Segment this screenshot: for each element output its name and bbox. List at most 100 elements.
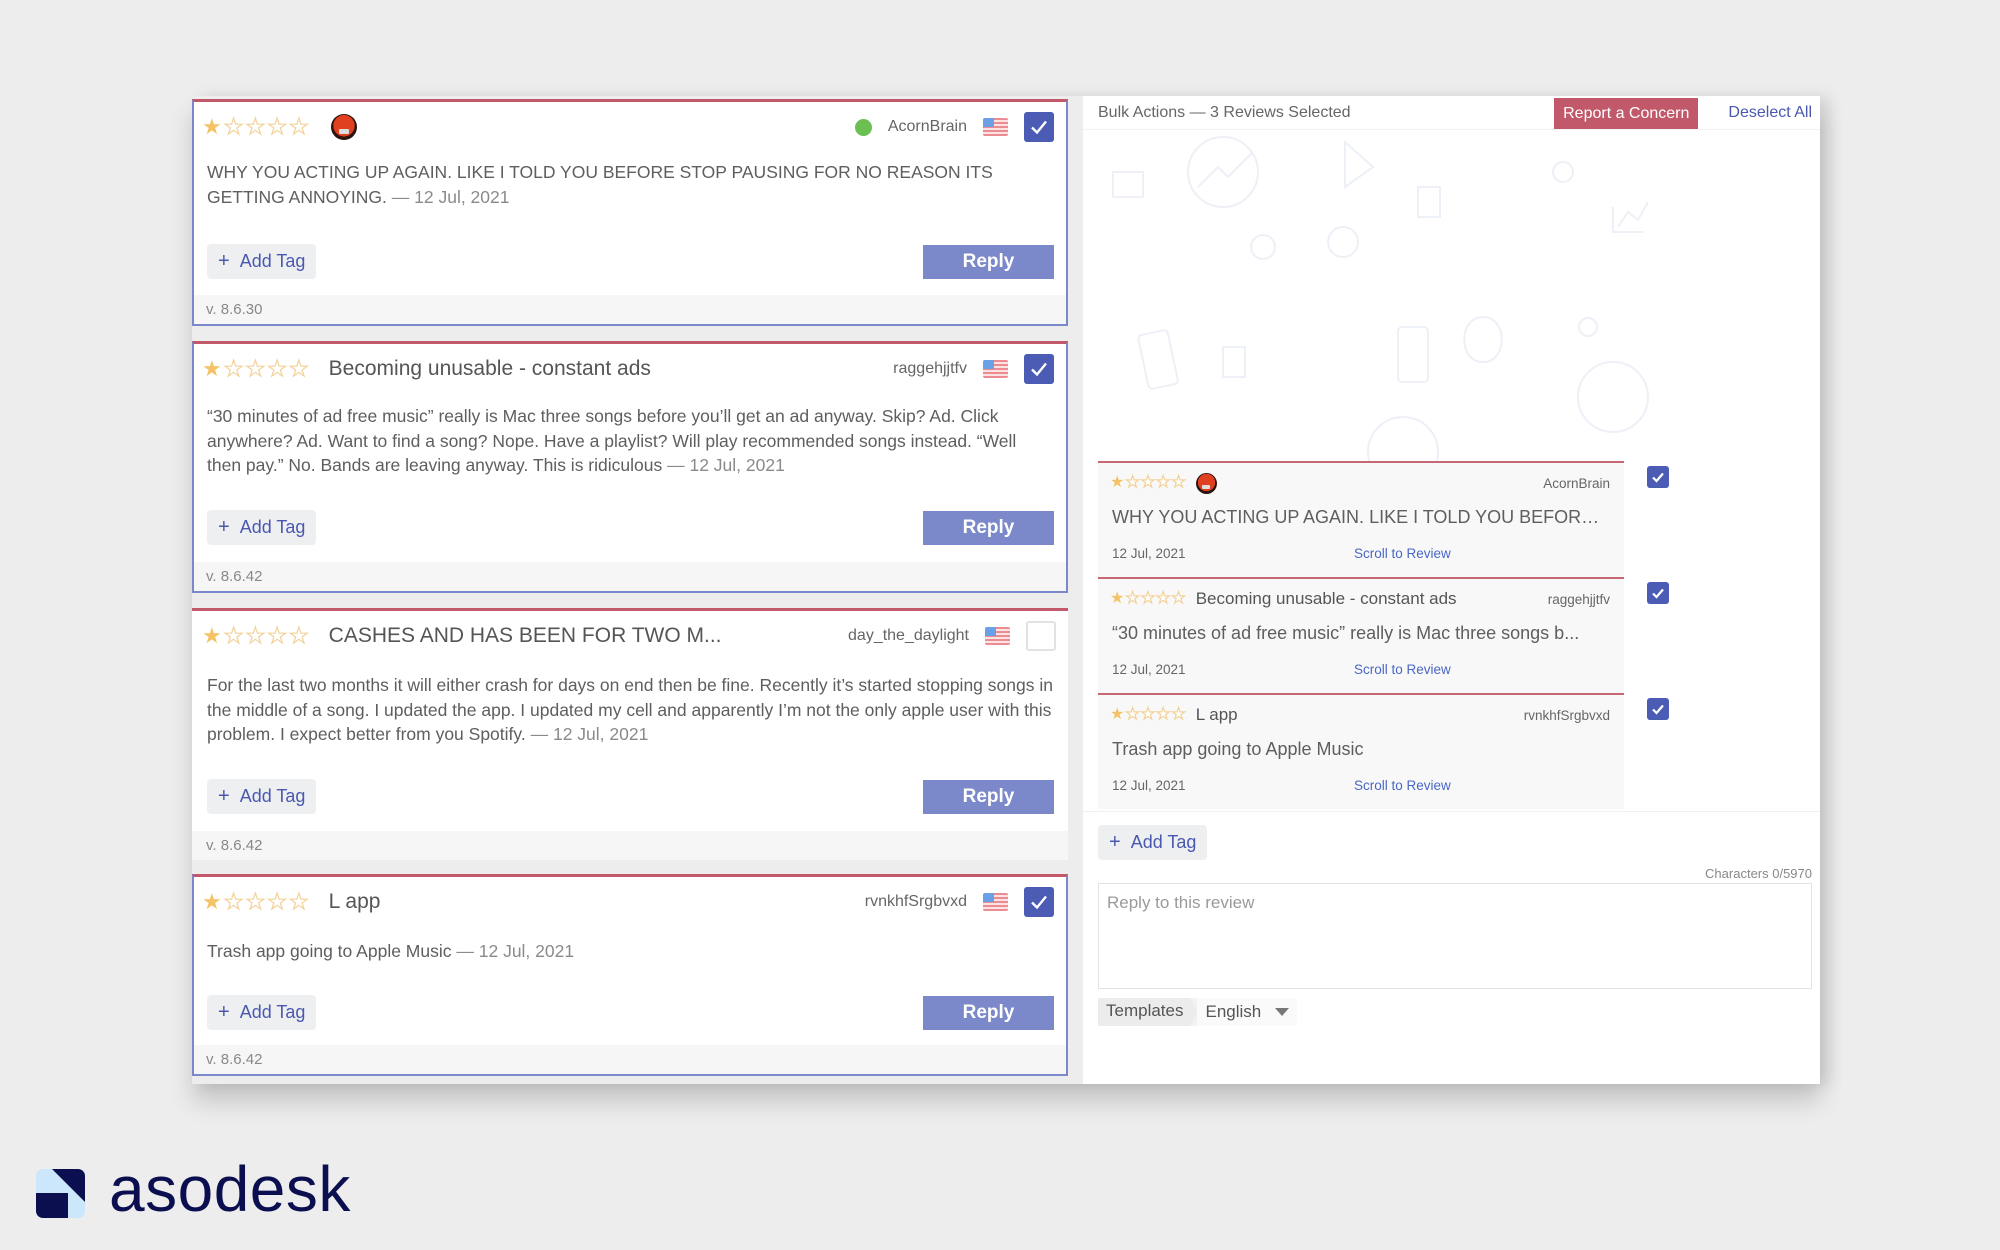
star-empty-icon: ★ <box>1125 474 1141 491</box>
review-title: L app <box>328 890 381 913</box>
reply-button[interactable]: Reply <box>923 245 1054 279</box>
star-empty-icon: ★ <box>1171 474 1187 491</box>
star-rating: ★ ★ ★ ★ ★ <box>1110 706 1187 723</box>
angry-face-avatar <box>1195 472 1217 494</box>
divider <box>1083 811 1820 812</box>
selected-review-checkbox[interactable] <box>1647 698 1669 720</box>
add-tag-button[interactable]: + Add Tag <box>207 995 317 1030</box>
pie-doodle-icon <box>1327 226 1359 258</box>
star-empty-icon: ★ <box>223 114 244 139</box>
review-excerpt: Trash app going to Apple Music <box>1112 739 1364 759</box>
star-rating: ★ ★ ★ ★ ★ <box>202 889 309 914</box>
star-empty-icon: ★ <box>1171 706 1187 723</box>
review-header: ★ ★ ★ ★ ★ Becoming unusable - constant a… <box>202 354 1054 384</box>
language-value: English <box>1205 1002 1262 1021</box>
chart-doodle-icon <box>1612 201 1649 233</box>
star-empty-icon: ★ <box>1140 474 1156 491</box>
review-title: Becoming unusable - constant ads <box>1195 589 1457 608</box>
appstore-doodle-icon <box>1417 186 1441 218</box>
review-author: AcornBrain <box>887 118 967 135</box>
star-empty-icon: ★ <box>1140 590 1156 607</box>
review-header: ★ ★ ★ ★ ★ L app rvnkhfSrgbvxd <box>202 887 1054 917</box>
review-author: day_the_daylight <box>848 627 969 644</box>
templates-button[interactable]: Templates <box>1098 998 1198 1026</box>
star-empty-icon: ★ <box>1155 706 1171 723</box>
review-card: ★ ★ ★ ★ ★ Becoming unusable - constant a… <box>192 341 1068 593</box>
star-empty-icon: ★ <box>245 889 266 914</box>
deselect-all-link[interactable]: Deselect All <box>1728 104 1812 122</box>
selected-reviews-list: ★ ★ ★ ★ ★ AcornBrain WHY YOU ACTING UP A… <box>1098 461 1669 809</box>
star-empty-icon: ★ <box>288 356 309 381</box>
star-filled-icon: ★ <box>1110 706 1125 723</box>
review-select-checkbox[interactable] <box>1024 887 1054 917</box>
caret-down-icon <box>1275 1008 1290 1016</box>
star-empty-icon: ★ <box>223 356 244 381</box>
review-title: CASHES AND HAS BEEN FOR TWO M... <box>328 624 722 647</box>
character-counter: Characters 0/5970 <box>1705 866 1812 881</box>
app-version: v. 8.6.30 <box>194 295 1066 324</box>
add-tag-button[interactable]: + Add Tag <box>207 510 317 545</box>
plus-icon: + <box>218 516 230 538</box>
star-empty-icon: ★ <box>288 114 309 139</box>
reply-button[interactable]: Reply <box>923 996 1054 1030</box>
review-author: raggehjjtfv <box>893 360 967 377</box>
review-excerpt: WHY YOU ACTING UP AGAIN. LIKE I TOLD YOU… <box>1112 507 1610 527</box>
us-flag-icon <box>983 893 1008 911</box>
review-date: 12 Jul, 2021 <box>1112 778 1186 793</box>
review-text: For the last two months it will either c… <box>207 675 1053 744</box>
bulk-add-tag-button[interactable]: + Add Tag <box>1098 825 1208 860</box>
review-date: 12 Jul, 2021 <box>1112 546 1186 561</box>
review-author: rvnkhfSrgbvxd <box>1523 707 1610 723</box>
review-author: raggehjjtfv <box>1547 591 1610 607</box>
plus-icon: + <box>218 785 230 807</box>
review-select-checkbox[interactable] <box>1024 112 1054 142</box>
plus-icon: + <box>1109 831 1121 853</box>
star-filled-icon: ★ <box>202 356 222 381</box>
add-tag-button[interactable]: + Add Tag <box>207 244 317 279</box>
star-filled-icon: ★ <box>1110 590 1125 607</box>
bulk-actions-title: Bulk Actions — 3 Reviews Selected <box>1098 103 1351 121</box>
star-empty-icon: ★ <box>245 623 266 648</box>
reply-textarea[interactable] <box>1098 883 1812 989</box>
review-select-checkbox[interactable] <box>1024 354 1054 384</box>
selected-review-checkbox[interactable] <box>1647 466 1669 488</box>
growth-chart-doodle-icon <box>1367 416 1439 462</box>
us-flag-icon <box>983 360 1008 378</box>
scroll-to-review-link[interactable]: Scroll to Review <box>1354 546 1451 561</box>
reply-button[interactable]: Reply <box>923 511 1054 545</box>
report-concern-button[interactable]: Report a Concern <box>1554 98 1699 129</box>
apple-doodle-icon <box>1463 316 1503 364</box>
language-select[interactable]: English <box>1197 998 1298 1026</box>
trend-line-doodle-icon <box>1197 151 1254 188</box>
star-rating: ★ ★ ★ ★ ★ <box>1110 474 1187 491</box>
selected-review-item: ★ ★ ★ ★ ★ L app rvnkhfSrgbvxd Trash app … <box>1098 693 1624 809</box>
reply-button[interactable]: Reply <box>923 780 1054 814</box>
brand-logo: asodesk <box>36 1157 351 1221</box>
angry-face-avatar <box>330 114 357 140</box>
checkmark-icon <box>1652 472 1664 483</box>
star-empty-icon: ★ <box>245 356 266 381</box>
review-title: Becoming unusable - constant ads <box>328 357 651 380</box>
star-empty-icon: ★ <box>1171 590 1187 607</box>
checkmark-icon <box>1031 895 1047 910</box>
selected-review-item: ★ ★ ★ ★ ★ AcornBrain WHY YOU ACTING UP A… <box>1098 461 1624 577</box>
us-flag-icon <box>985 627 1010 645</box>
selected-review-item: ★ ★ ★ ★ ★ Becoming unusable - constant a… <box>1098 577 1624 693</box>
review-excerpt: “30 minutes of ad free music” really is … <box>1112 623 1580 643</box>
review-date: 12 Jul, 2021 <box>1112 662 1186 677</box>
review-card: ★ ★ ★ ★ ★ AcornBrain WHY YOU ACTING UP A… <box>192 99 1068 326</box>
selected-review-checkbox[interactable] <box>1647 582 1669 604</box>
app-version: v. 8.6.42 <box>194 562 1066 591</box>
bike-doodle-icon <box>1578 317 1598 337</box>
review-select-checkbox[interactable] <box>1026 621 1056 651</box>
review-text: “30 minutes of ad free music” really is … <box>207 406 1017 475</box>
review-header: ★ ★ ★ ★ ★ AcornBrain <box>202 112 1054 142</box>
play-doodle-icon <box>1344 139 1375 189</box>
review-text: WHY YOU ACTING UP AGAIN. LIKE I TOLD YOU… <box>207 162 993 207</box>
scroll-to-review-link[interactable]: Scroll to Review <box>1354 778 1451 793</box>
scroll-to-review-link[interactable]: Scroll to Review <box>1354 662 1451 677</box>
app-version: v. 8.6.42 <box>192 831 1068 860</box>
review-card: ★ ★ ★ ★ ★ CASHES AND HAS BEEN FOR TWO M.… <box>192 608 1068 860</box>
add-tag-button[interactable]: + Add Tag <box>207 779 317 814</box>
star-rating: ★ ★ ★ ★ ★ <box>1110 590 1187 607</box>
